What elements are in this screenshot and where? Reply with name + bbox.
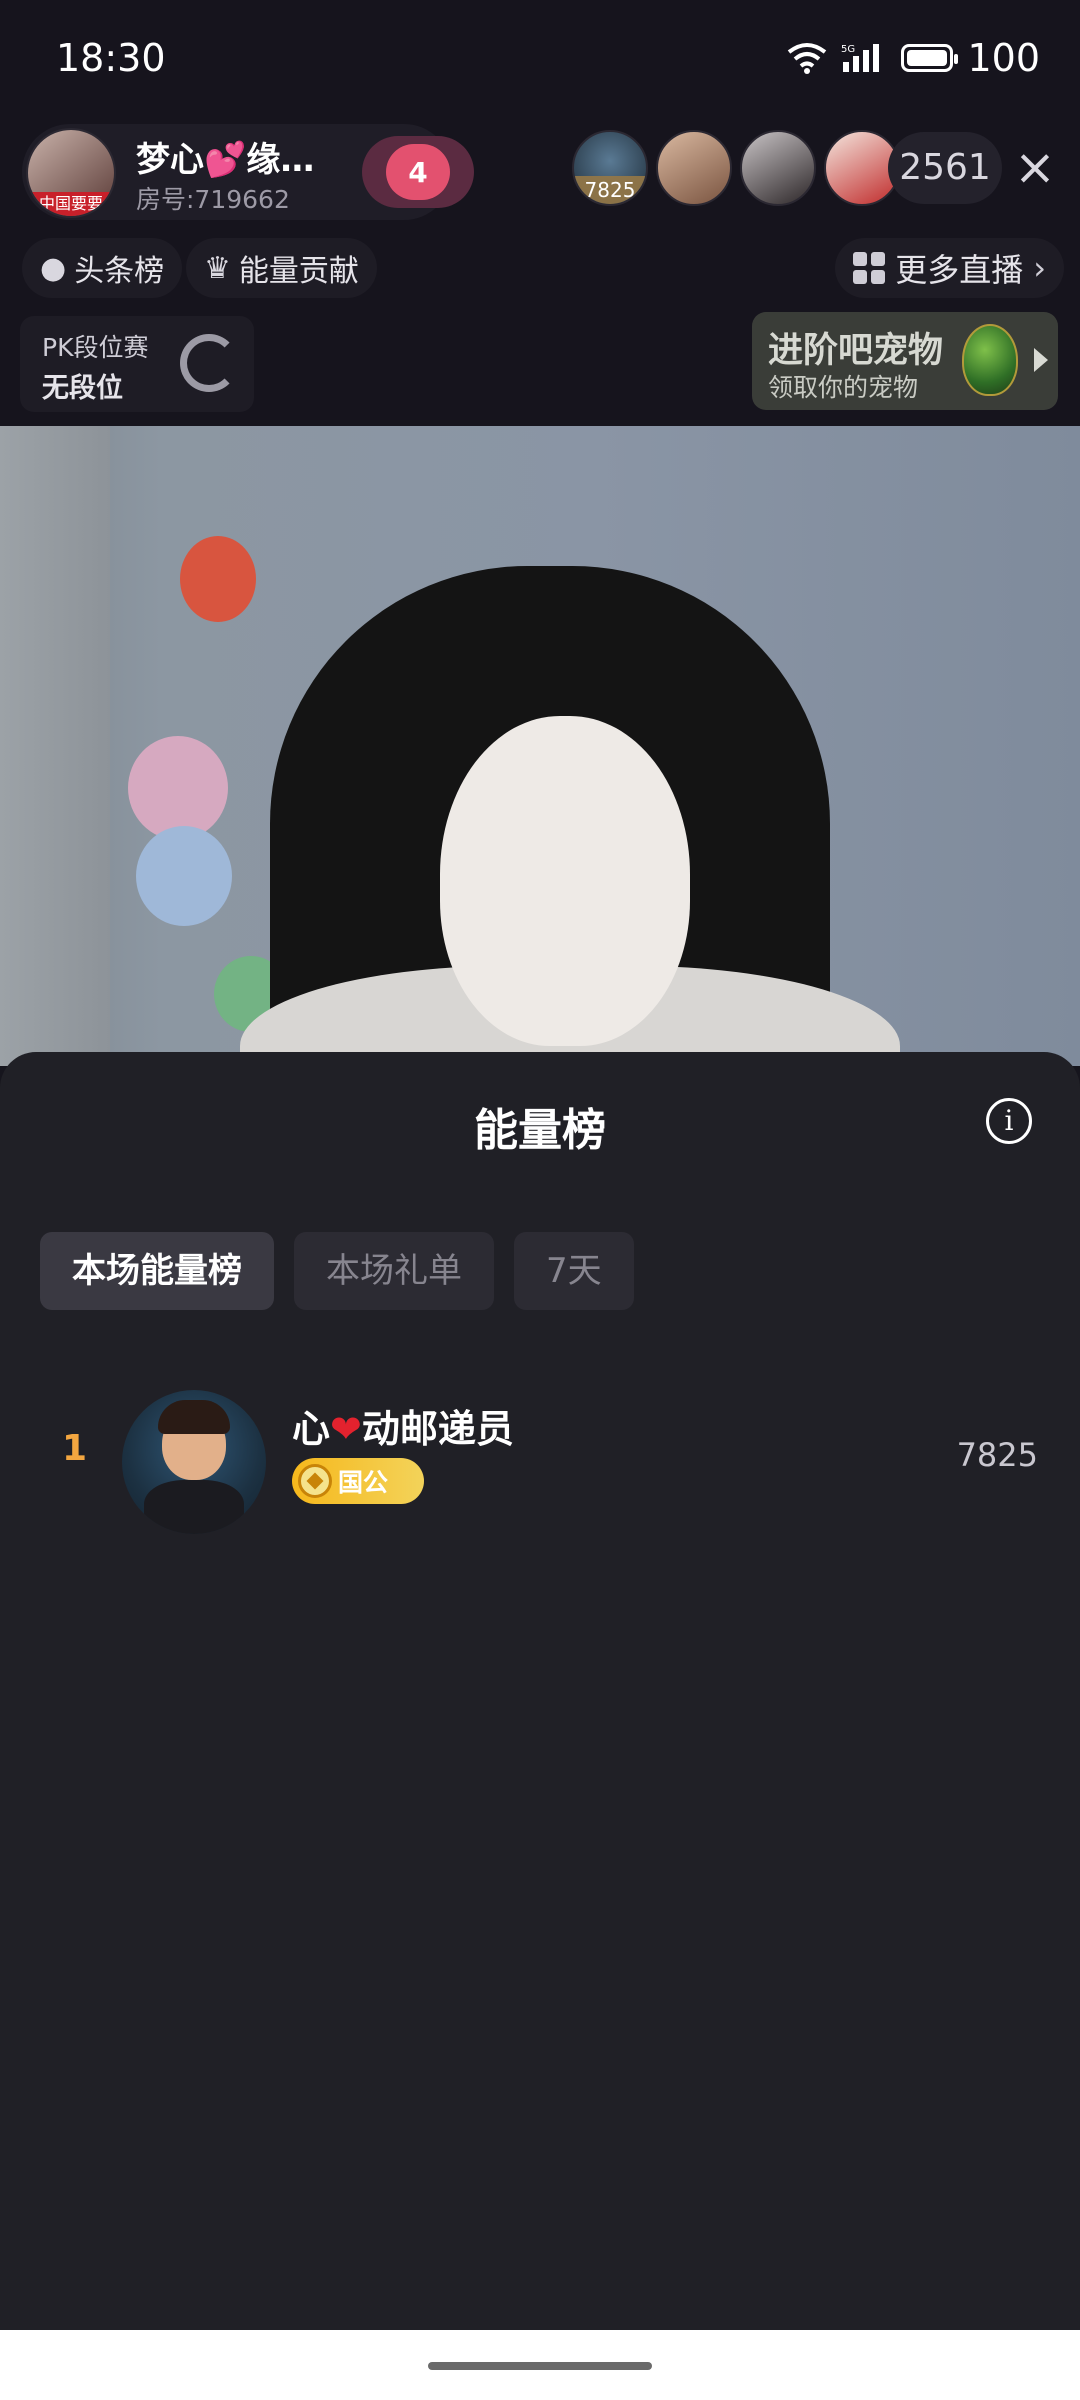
fans-level-heart-icon: 4 bbox=[386, 144, 450, 200]
rank-number: 1 bbox=[62, 1428, 88, 1469]
viewer-avatar[interactable] bbox=[656, 130, 732, 206]
status-icons: 5G 100 bbox=[787, 36, 1040, 80]
balloon-blue bbox=[136, 826, 232, 926]
pk-swirl-icon bbox=[180, 334, 238, 392]
user-name-prefix: 心 bbox=[292, 1407, 331, 1451]
live-video[interactable] bbox=[0, 426, 1080, 1066]
more-live-label: 更多直播 bbox=[895, 251, 1024, 289]
network-type: 5G bbox=[841, 44, 855, 55]
tab-session-gifts[interactable]: 本场礼单 bbox=[294, 1232, 494, 1310]
tab-7-days[interactable]: 7天 bbox=[514, 1232, 634, 1310]
viewer-count[interactable]: 2561 bbox=[888, 132, 1002, 204]
energy-contribution-button[interactable]: ♛ 能量贡献 bbox=[186, 238, 377, 298]
viewer-score: 7825 bbox=[574, 176, 646, 204]
room-number: 房号:719662 bbox=[136, 185, 290, 214]
home-indicator[interactable] bbox=[428, 2362, 652, 2370]
status-bar: 18:30 5G 100 bbox=[0, 0, 1080, 120]
fans-club-button[interactable]: 4 bbox=[362, 136, 474, 208]
noble-badge-label: 国公 bbox=[338, 1468, 389, 1497]
pet-banner-title: 进阶吧宠物 bbox=[768, 331, 944, 371]
host-name: 梦心💕缘… bbox=[136, 140, 315, 180]
chevron-right-icon: › bbox=[1033, 249, 1046, 287]
viewer-avatar[interactable] bbox=[740, 130, 816, 206]
battery-icon bbox=[901, 44, 959, 72]
ranking-row[interactable]: 1 心❤动邮递员 国公 7825 bbox=[0, 1362, 1080, 1542]
pk-title: PK段位赛 bbox=[42, 333, 149, 362]
host-card[interactable]: 中国要要 梦心💕缘… 房号:719662 4 bbox=[22, 124, 474, 220]
pet-banner-subtitle: 领取你的宠物 bbox=[768, 373, 919, 402]
balloon-pink bbox=[128, 736, 228, 840]
pk-rank: 无段位 bbox=[42, 373, 123, 404]
pet-banner[interactable]: 进阶吧宠物 领取你的宠物 bbox=[752, 312, 1058, 410]
user-name: 心❤动邮递员 bbox=[292, 1398, 514, 1453]
user-avatar[interactable] bbox=[122, 1390, 266, 1534]
more-live-button[interactable]: 更多直播 › bbox=[835, 238, 1064, 298]
headline-board-button[interactable]: ● 头条榜 bbox=[22, 238, 183, 298]
signal-5g-icon: 5G bbox=[841, 44, 880, 72]
play-arrow-icon bbox=[1034, 348, 1048, 372]
grid-icon bbox=[853, 252, 886, 284]
live-topbar: 中国要要 梦心💕缘… 房号:719662 4 7825 2561 × ● 头条榜… bbox=[0, 120, 1080, 420]
board-tabs: 本场能量榜 本场礼单 7天 bbox=[40, 1232, 634, 1310]
energy-contribution-label: 能量贡献 bbox=[238, 254, 359, 289]
battery-level: 100 bbox=[967, 36, 1040, 80]
close-icon[interactable]: × bbox=[1010, 142, 1060, 192]
tab-session-energy[interactable]: 本场能量榜 bbox=[40, 1232, 274, 1310]
diamond-icon bbox=[298, 1464, 332, 1498]
energy-score: 7825 bbox=[956, 1436, 1038, 1474]
status-time: 18:30 bbox=[56, 36, 166, 80]
host-avatar-tag: 中国要要 bbox=[28, 192, 114, 216]
balloon-red bbox=[180, 536, 256, 622]
curtain-background bbox=[0, 426, 110, 1066]
sheet-title: 能量榜 bbox=[474, 1105, 606, 1156]
user-name-suffix: 动邮递员 bbox=[361, 1407, 514, 1451]
info-icon[interactable]: i bbox=[986, 1098, 1032, 1144]
pet-egg-icon bbox=[962, 324, 1018, 396]
heart-icon: ❤ bbox=[330, 1407, 362, 1451]
streamer-face bbox=[440, 716, 690, 1046]
pk-rank-card[interactable]: PK段位赛 无段位 bbox=[20, 316, 254, 412]
top-viewers: 7825 bbox=[572, 130, 900, 206]
host-avatar[interactable]: 中国要要 bbox=[26, 128, 116, 218]
headline-board-label: 头条榜 bbox=[74, 254, 165, 289]
wifi-icon bbox=[788, 43, 827, 74]
energy-board-sheet: 能量榜 i 本场能量榜 本场礼单 7天 1 心❤动邮递员 国公 7825 bbox=[0, 1052, 1080, 2330]
crown-icon: ♛ bbox=[204, 250, 231, 286]
noble-badge: 国公 bbox=[292, 1458, 424, 1504]
viewer-avatar[interactable]: 7825 bbox=[572, 130, 648, 206]
flame-icon: ● bbox=[40, 250, 67, 286]
system-nav-bar bbox=[0, 2330, 1080, 2400]
